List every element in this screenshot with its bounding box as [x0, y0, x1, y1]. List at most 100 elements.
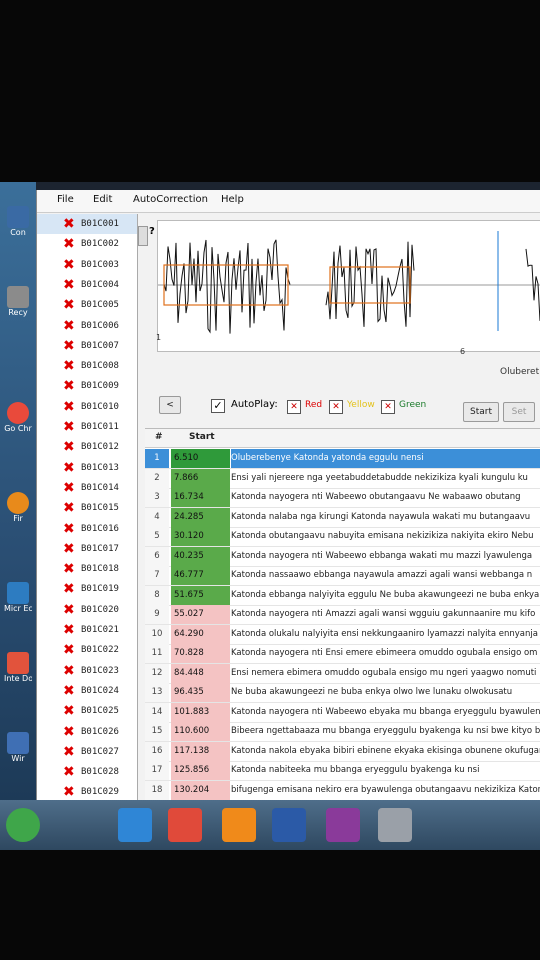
file-list-item[interactable]: ✖ B01C024 — [37, 681, 137, 701]
file-list-item[interactable]: ✖ B01C007 — [37, 336, 137, 356]
file-list-item[interactable]: ✖ B01C006 — [37, 316, 137, 336]
file-list-item[interactable]: ✖ B01C004 — [37, 275, 137, 295]
menu-file[interactable]: File — [57, 194, 74, 205]
file-list-item[interactable]: ✖ B01C014 — [37, 478, 137, 498]
word-icon[interactable] — [272, 808, 306, 842]
start-time-cell[interactable]: 16.734 — [171, 488, 230, 507]
table-row[interactable]: 12 84.448 Ensi nemera ebimera omuddo oguba… — [145, 663, 540, 684]
file-list-item[interactable]: ✖ B01C001 — [37, 214, 137, 234]
transcript-text-cell[interactable]: Katonda nabiteeka mu bbanga eryeggulu by… — [231, 761, 540, 780]
vlc-icon[interactable] — [222, 808, 256, 842]
start-time-cell[interactable]: 101.883 — [171, 702, 230, 722]
start-time-cell[interactable]: 55.027 — [171, 605, 230, 624]
start-time-cell[interactable]: 46.777 — [171, 566, 230, 585]
table-row[interactable]: 17 125.856 Katonda nabiteeka mu bbanga ery… — [145, 761, 540, 781]
start-orb-icon[interactable] — [6, 808, 40, 842]
file-list-item[interactable]: ✖ B01C016 — [37, 519, 137, 539]
desktop-icon-internet-download[interactable]: Inte Dow — [4, 652, 32, 683]
file-list-item[interactable]: ✖ B01C011 — [37, 417, 137, 437]
start-time-cell[interactable]: 64.290 — [171, 624, 230, 644]
start-time-cell[interactable]: 30.120 — [171, 527, 230, 546]
file-list-item[interactable]: ✖ B01C009 — [37, 376, 137, 396]
file-list-item[interactable]: ✖ B01C013 — [37, 458, 137, 478]
table-row[interactable]: 16 117.138 Katonda nakola ebyaka bibiri eb… — [145, 741, 540, 762]
start-time-cell[interactable]: 6.510 — [171, 449, 230, 468]
table-row[interactable]: 5 30.120 Katonda obutangaavu nabuyita emis… — [145, 527, 540, 547]
autoplay-checkbox[interactable]: ✓ — [211, 399, 225, 413]
help-question-mark[interactable]: ? — [149, 226, 155, 237]
chrome-icon[interactable] — [168, 808, 202, 842]
file-list-item[interactable]: ✖ B01C019 — [37, 579, 137, 599]
table-row[interactable]: 8 51.675 Katonda ebbanga nalyiyita eggulu … — [145, 585, 540, 606]
file-list[interactable]: ✖ B01C001 ✖ B01C002 ✖ B01C003 ✖ B01C004 ✖ B01C005… — [37, 214, 138, 802]
desktop-icon-computer[interactable]: Con — [4, 206, 32, 237]
desktop-icon-edge[interactable]: Micr Ec — [4, 582, 32, 613]
transcript-text-cell[interactable]: Ne buba akawungeezi ne buba enkya olwo l… — [231, 683, 540, 702]
transcript-text-cell[interactable]: Katonda obutangaavu nabuyita emisana nek… — [231, 527, 540, 546]
start-time-cell[interactable]: 40.235 — [171, 546, 230, 566]
table-row[interactable]: 14 101.883 Katonda nayogera nti Wabeewo eb… — [145, 702, 540, 723]
table-row[interactable]: 4 24.285 Katonda nalaba nga kirungi Katond… — [145, 507, 540, 528]
set-button[interactable]: Set — [503, 402, 535, 422]
file-list-item[interactable]: ✖ B01C005 — [37, 295, 137, 315]
green-filter-checkbox[interactable]: ✕ — [381, 400, 395, 414]
table-row[interactable]: 3 16.734 Katonda nayogera nti Wabeewo obut… — [145, 488, 540, 508]
file-list-item[interactable]: ✖ B01C021 — [37, 620, 137, 640]
red-filter-checkbox[interactable]: ✕ — [287, 400, 301, 414]
start-time-cell[interactable]: 51.675 — [171, 585, 230, 605]
file-list-item[interactable]: ✖ B01C008 — [37, 356, 137, 376]
yellow-filter-checkbox[interactable]: ✕ — [329, 400, 343, 414]
file-list-item[interactable]: ✖ B01C027 — [37, 742, 137, 762]
transcript-text-cell[interactable]: Katonda nassaawo ebbanga nayawula amazzi… — [231, 566, 540, 585]
app-icon[interactable] — [378, 808, 412, 842]
start-button[interactable]: Start — [463, 402, 499, 422]
column-header-number[interactable]: # — [155, 432, 163, 442]
transcript-text-cell[interactable]: Katonda ebbanga nalyiyita eggulu Ne buba… — [231, 586, 540, 605]
desktop-icon-recycle-bin[interactable]: Recy — [4, 286, 32, 317]
start-time-cell[interactable]: 117.138 — [171, 741, 230, 761]
file-list-item[interactable]: ✖ B01C025 — [37, 701, 137, 721]
desktop-icon-chrome[interactable]: Go Chr — [4, 402, 32, 433]
transcript-text-cell[interactable]: Katonda nalaba nga kirungi Katonda nayaw… — [231, 508, 540, 527]
file-list-item[interactable]: ✖ B01C003 — [37, 255, 137, 275]
transcript-text-cell[interactable]: Oluberebenye Katonda yatonda eggulu nens… — [231, 449, 540, 468]
edge-icon[interactable] — [118, 808, 152, 842]
transcript-text-cell[interactable]: Katonda nayogera nti Ensi emere ebimeera… — [231, 644, 540, 663]
transcript-text-cell[interactable]: Katonda nayogera nti Wabeewo ebbanga wak… — [231, 547, 540, 566]
menu-edit[interactable]: Edit — [93, 194, 112, 205]
table-row[interactable]: 9 55.027 Katonda nayogera nti Amazzi agali… — [145, 605, 540, 625]
table-row[interactable]: 18 130.204 bifugenga emisana nekiro era by… — [145, 780, 540, 801]
start-time-cell[interactable]: 125.856 — [171, 761, 230, 780]
table-row[interactable]: 1 6.510 Oluberebenye Katonda yatonda eggul… — [145, 449, 540, 469]
table-row[interactable]: 2 7.866 Ensi yali njereere nga yeetabuddet… — [145, 468, 540, 489]
start-time-cell[interactable]: 84.448 — [171, 663, 230, 683]
waveform-panel[interactable]: 1 6 Oluberet — [156, 220, 540, 377]
back-button[interactable]: < — [159, 396, 181, 414]
transcript-text-cell[interactable]: Ensi yali njereere nga yeetabuddetabudde… — [231, 469, 540, 488]
start-time-cell[interactable]: 130.204 — [171, 780, 230, 800]
winrar-icon[interactable] — [326, 808, 360, 842]
start-time-cell[interactable]: 7.866 — [171, 468, 230, 488]
file-list-item[interactable]: ✖ B01C017 — [37, 539, 137, 559]
transcript-text-cell[interactable]: Katonda nayogera nti Amazzi agali wansi … — [231, 605, 540, 624]
start-time-cell[interactable]: 110.600 — [171, 722, 230, 741]
transcript-text-cell[interactable]: Katonda nayogera nti Wabeewo ebyaka mu b… — [231, 703, 540, 722]
desktop-icon-winrar[interactable]: Wir — [4, 732, 32, 763]
file-list-item[interactable]: ✖ B01C026 — [37, 722, 137, 742]
start-time-cell[interactable]: 24.285 — [171, 507, 230, 527]
menu-autocorrection[interactable]: AutoCorrection — [133, 194, 208, 205]
transcript-text-cell[interactable]: Katonda nayogera nti Wabeewo obutangaavu… — [231, 488, 540, 507]
transcript-text-cell[interactable]: Ensi nemera ebimera omuddo ogubala ensig… — [231, 664, 540, 683]
table-row[interactable]: 7 46.777 Katonda nassaawo ebbanga nayawula… — [145, 566, 540, 586]
file-list-item[interactable]: ✖ B01C023 — [37, 661, 137, 681]
column-header-start[interactable]: Start — [189, 432, 215, 442]
file-list-item[interactable]: ✖ B01C010 — [37, 397, 137, 417]
file-list-item[interactable]: ✖ B01C002 — [37, 234, 137, 254]
file-list-item[interactable]: ✖ B01C018 — [37, 559, 137, 579]
transcript-text-cell[interactable]: Katonda nakola ebyaka bibiri ebinene eky… — [231, 742, 540, 761]
file-list-item[interactable]: ✖ B01C015 — [37, 498, 137, 518]
file-list-item[interactable]: ✖ B01C012 — [37, 437, 137, 457]
desktop-icon-firefox[interactable]: Fir — [4, 492, 32, 523]
file-list-item[interactable]: ✖ B01C028 — [37, 762, 137, 782]
file-list-item[interactable]: ✖ B01C022 — [37, 640, 137, 660]
